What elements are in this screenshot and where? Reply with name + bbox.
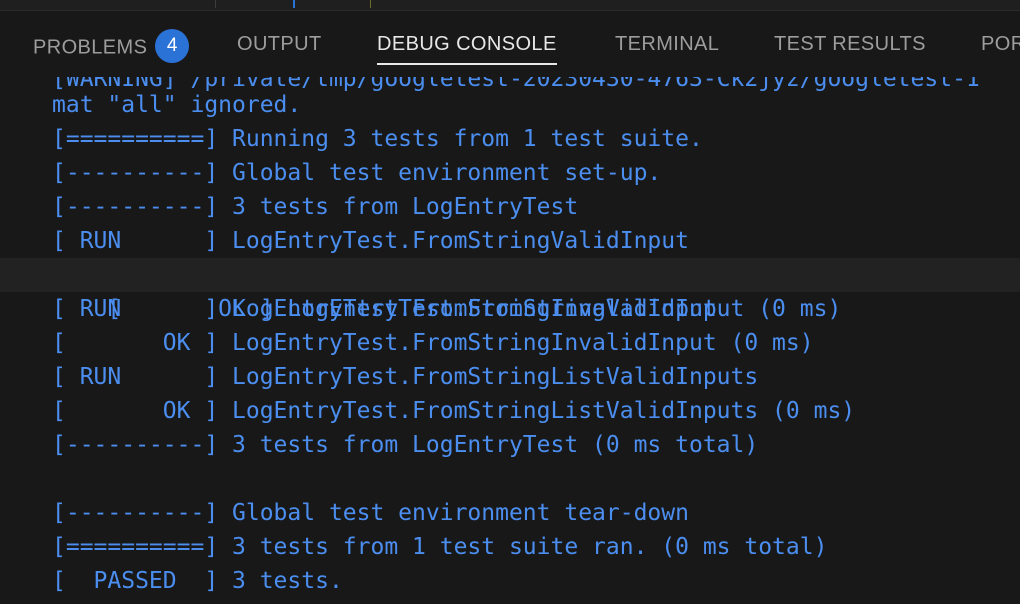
console-line-highlighted: [ OK ] LogEntryTest.FromStringValidInput… bbox=[0, 258, 1020, 322]
panel-tab-bar: PROBLEMS 4 OUTPUT DEBUG CONSOLE TERMINAL … bbox=[0, 11, 1020, 77]
console-line: [==========] 3 tests from 1 test suite r… bbox=[52, 534, 828, 560]
console-line: [----------] 3 tests from LogEntryTest bbox=[52, 194, 579, 220]
tab-debug-console[interactable]: DEBUG CONSOLE bbox=[377, 31, 557, 65]
console-line: mat "all" ignored. bbox=[52, 92, 302, 118]
tab-ports-label: POR bbox=[981, 33, 1020, 55]
tab-output[interactable]: OUTPUT bbox=[237, 31, 322, 65]
console-line: [ RUN ] LogEntryTest.FromStringListValid… bbox=[52, 364, 759, 390]
debug-console-output[interactable]: [WARNING] /private/tmp/googletest-202304… bbox=[0, 77, 1020, 604]
console-line: [ OK ] LogEntryTest.FromStringListValidI… bbox=[52, 398, 856, 424]
console-line: [ PASSED ] 3 tests. bbox=[52, 568, 343, 594]
console-line: [----------] 3 tests from LogEntryTest (… bbox=[52, 432, 759, 458]
tab-problems-label: PROBLEMS bbox=[33, 36, 148, 59]
console-line: [----------] Global test environment set… bbox=[52, 160, 662, 186]
console-line: [ RUN ] LogEntryTest.FromStringInvalidIn… bbox=[52, 296, 717, 322]
editor-top-strip bbox=[0, 0, 1020, 11]
tab-test-results[interactable]: TEST RESULTS bbox=[774, 31, 926, 65]
console-line: [ OK ] LogEntryTest.FromStringInvalidInp… bbox=[52, 330, 814, 356]
console-line: [----------] Global test environment tea… bbox=[52, 500, 689, 526]
tab-problems[interactable]: PROBLEMS 4 bbox=[33, 29, 190, 65]
tab-terminal[interactable]: TERMINAL bbox=[615, 31, 719, 65]
tab-terminal-label: TERMINAL bbox=[615, 33, 720, 55]
strip-cursor-marker bbox=[293, 0, 295, 8]
tab-test-results-label: TEST RESULTS bbox=[774, 33, 926, 55]
strip-divider bbox=[215, 0, 216, 8]
console-line: [==========] Running 3 tests from 1 test… bbox=[52, 126, 703, 152]
problems-count-badge: 4 bbox=[155, 29, 190, 63]
tab-debug-console-label: DEBUG CONSOLE bbox=[377, 33, 557, 55]
tab-ports[interactable]: POR bbox=[981, 31, 1020, 65]
tab-output-label: OUTPUT bbox=[237, 33, 322, 55]
console-line: [ RUN ] LogEntryTest.FromStringValidInpu… bbox=[52, 228, 689, 254]
strip-marker bbox=[370, 0, 371, 8]
